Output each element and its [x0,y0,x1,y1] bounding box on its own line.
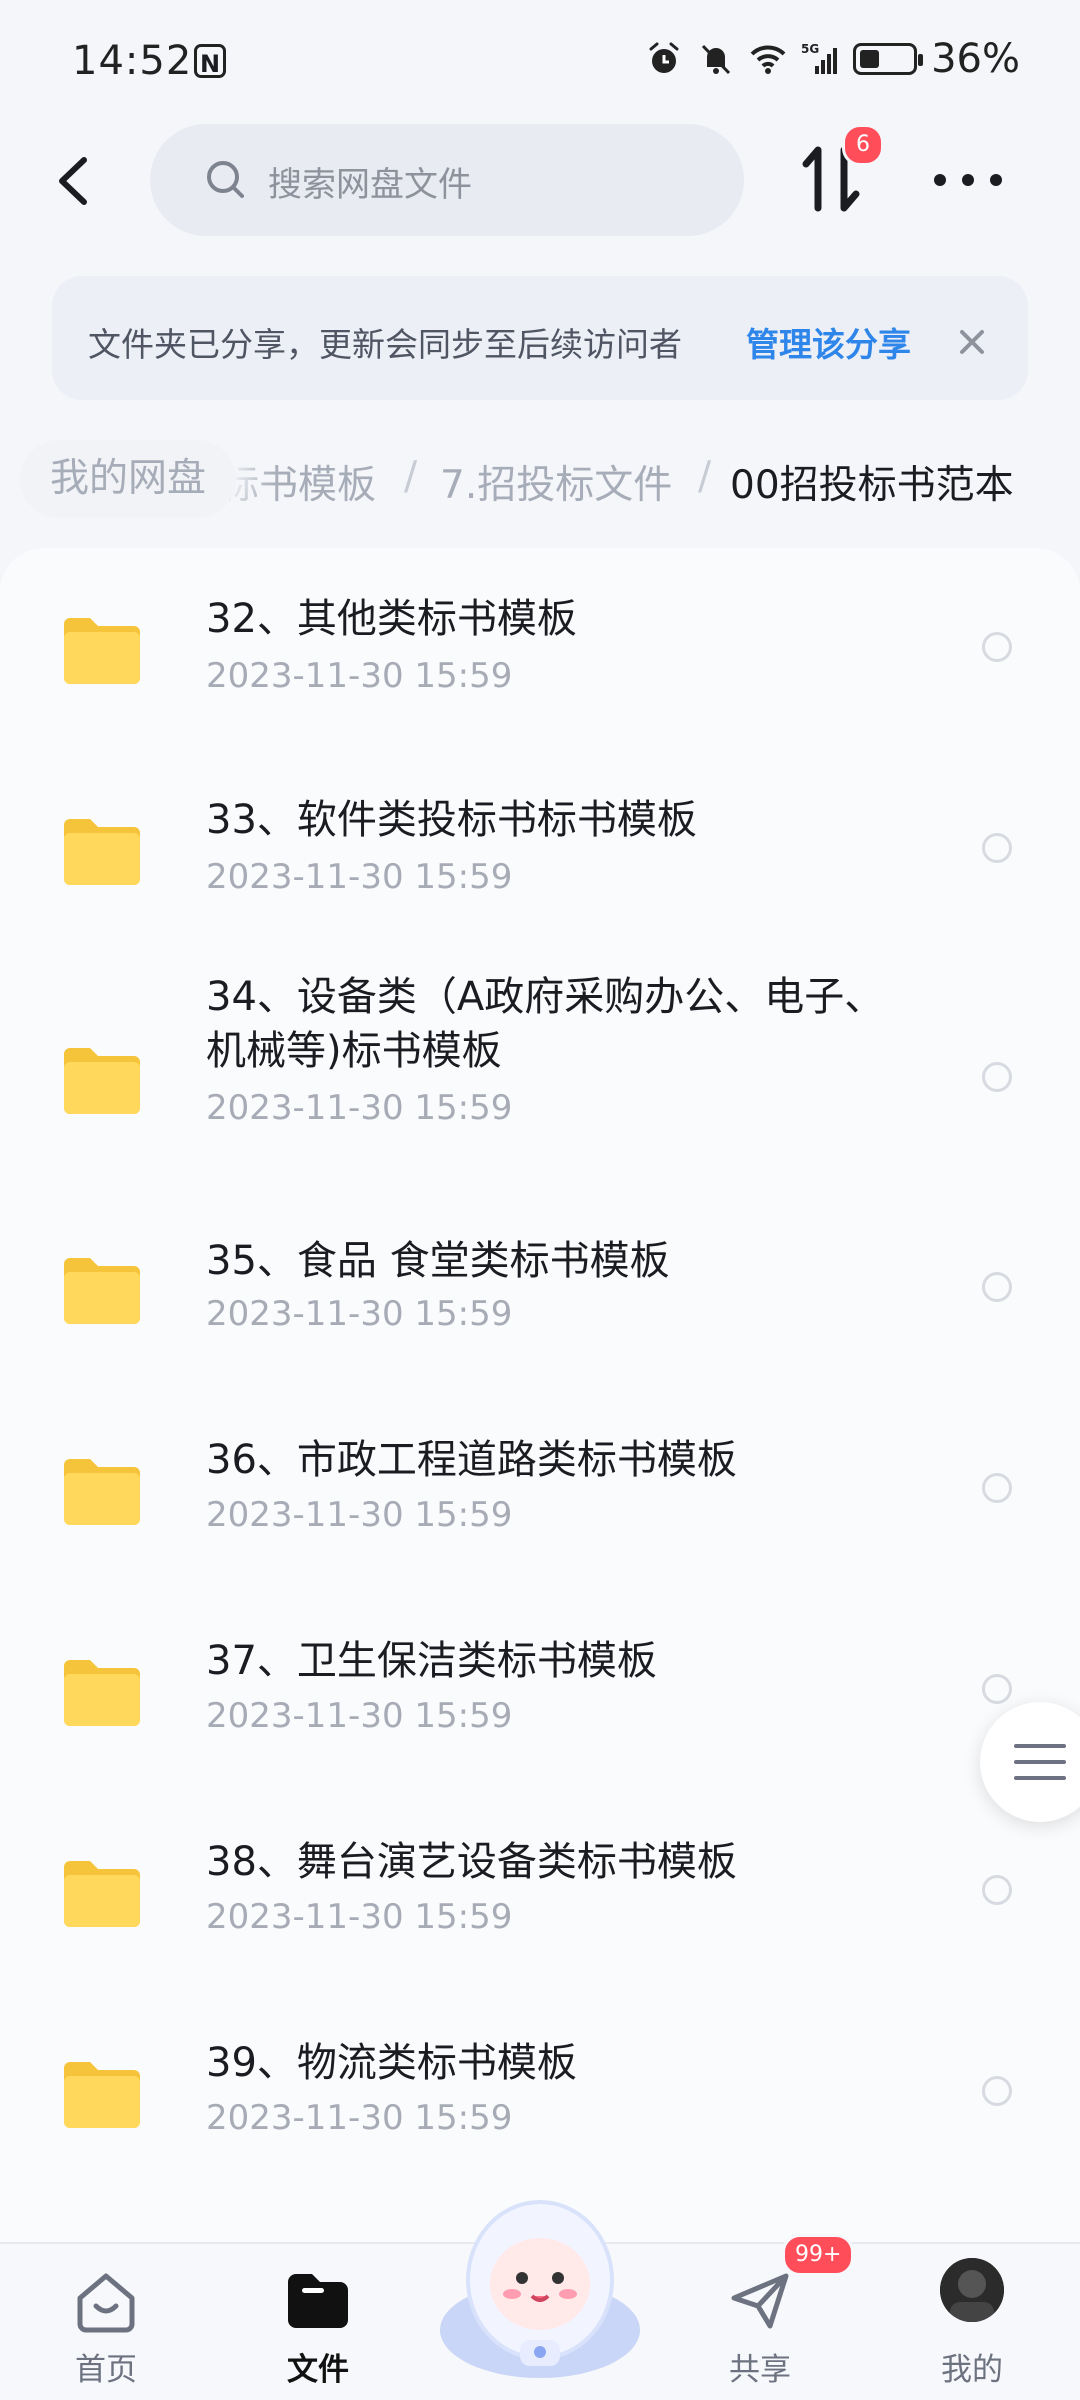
select-radio[interactable] [982,632,1012,662]
nav-files-label: 文件 [287,2352,349,2388]
breadcrumb-separator: / [698,454,712,499]
battery-percent: 36% [931,36,1020,82]
share-notice-text: 文件夹已分享，更新会同步至后续访问者 [88,325,682,364]
file-name: 36、市政工程道路类标书模板 [206,1437,737,1483]
share-badge: 99+ [782,2234,855,2276]
nav-files[interactable]: 文件 [248,2244,388,2400]
send-icon [731,2273,789,2329]
folder-icon [64,1660,140,1726]
file-list: 32、其他类标书模板 2023-11-30 15:59 33、软件类投标书标书模… [0,548,1080,2248]
battery-icon [853,43,924,75]
breadcrumb-item[interactable]: 标书模板 [220,454,376,510]
file-date: 2023-11-30 15:59 [206,1897,513,1937]
top-bar: 搜索网盘文件 6 [0,120,1080,240]
folder-icon [64,819,140,885]
breadcrumb: 标书模板 / 7.招投标文件 / 00招投标书范本 我的网盘 [0,440,1080,520]
file-name: 32、其他类标书模板 [206,596,577,642]
signal-5g-icon: 5G [801,42,838,74]
folder-icon [64,2062,140,2128]
folder-icon [64,618,140,684]
breadcrumb-item[interactable]: 7.招投标文件 [440,454,672,510]
file-date: 2023-11-30 15:59 [206,656,513,696]
nav-home[interactable]: 首页 [36,2244,176,2400]
wifi-icon [750,45,786,74]
close-icon[interactable] [952,322,992,362]
menu-lines-icon [1014,1744,1066,1780]
search-input[interactable]: 搜索网盘文件 [150,124,744,236]
status-bar: 14:52 N 5G 36% [0,0,1080,130]
file-name: 39、物流类标书模板 [206,2040,577,2086]
file-date: 2023-11-30 15:59 [206,1294,513,1334]
breadcrumb-root[interactable]: 我的网盘 [20,440,237,518]
status-icons: 5G 36% [645,36,1020,82]
select-radio[interactable] [982,1674,1012,1704]
folder-icon [64,1258,140,1324]
select-radio[interactable] [982,2076,1012,2106]
manage-share-link[interactable]: 管理该分享 [746,318,911,366]
folder-icon [288,2274,348,2328]
share-notice: 文件夹已分享，更新会同步至后续访问者 管理该分享 [52,276,1028,400]
more-icon[interactable] [930,160,1006,200]
breadcrumb-separator: / [404,454,418,499]
mascot-assistant-icon[interactable] [432,2180,648,2380]
file-name: 35、食品 食堂类标书模板 [206,1238,670,1284]
avatar[interactable] [940,2258,1004,2322]
breadcrumb-current: 00招投标书范本 [730,463,1014,508]
folder-icon [64,1048,140,1114]
back-arrow-icon[interactable] [40,146,110,216]
folder-icon [64,1459,140,1525]
select-radio[interactable] [982,1272,1012,1302]
nfc-icon: N [194,44,226,78]
file-name: 37、卫生保洁类标书模板 [206,1638,657,1684]
file-date: 2023-11-30 15:59 [206,1495,513,1535]
select-radio[interactable] [982,1473,1012,1503]
nav-mine-label: 我的 [941,2352,1003,2388]
search-icon [207,161,244,198]
select-radio[interactable] [982,833,1012,863]
file-name: 38、舞台演艺设备类标书模板 [206,1839,737,1885]
nav-home-label: 首页 [75,2352,137,2388]
svg-text:5G: 5G [801,42,819,56]
file-name: 34、设备类（A政府采购办公、电子、机械等)标书模板 [206,974,885,1074]
status-time: 14:52 [72,38,193,84]
home-icon [77,2273,135,2333]
folder-icon [64,1861,140,1927]
select-radio[interactable] [982,1875,1012,1905]
select-radio[interactable] [982,1062,1012,1092]
transfer-badge: 6 [842,124,884,166]
mute-bell-icon [702,44,731,75]
avatar-image [940,2258,1004,2322]
search-placeholder: 搜索网盘文件 [268,165,472,205]
file-date: 2023-11-30 15:59 [206,1088,513,1128]
file-date: 2023-11-30 15:59 [206,2098,513,2138]
file-name: 33、软件类投标书标书模板 [206,797,697,843]
nav-share-label: 共享 [729,2352,791,2388]
file-date: 2023-11-30 15:59 [206,1696,513,1736]
alarm-icon [649,42,679,73]
file-date: 2023-11-30 15:59 [206,857,513,897]
